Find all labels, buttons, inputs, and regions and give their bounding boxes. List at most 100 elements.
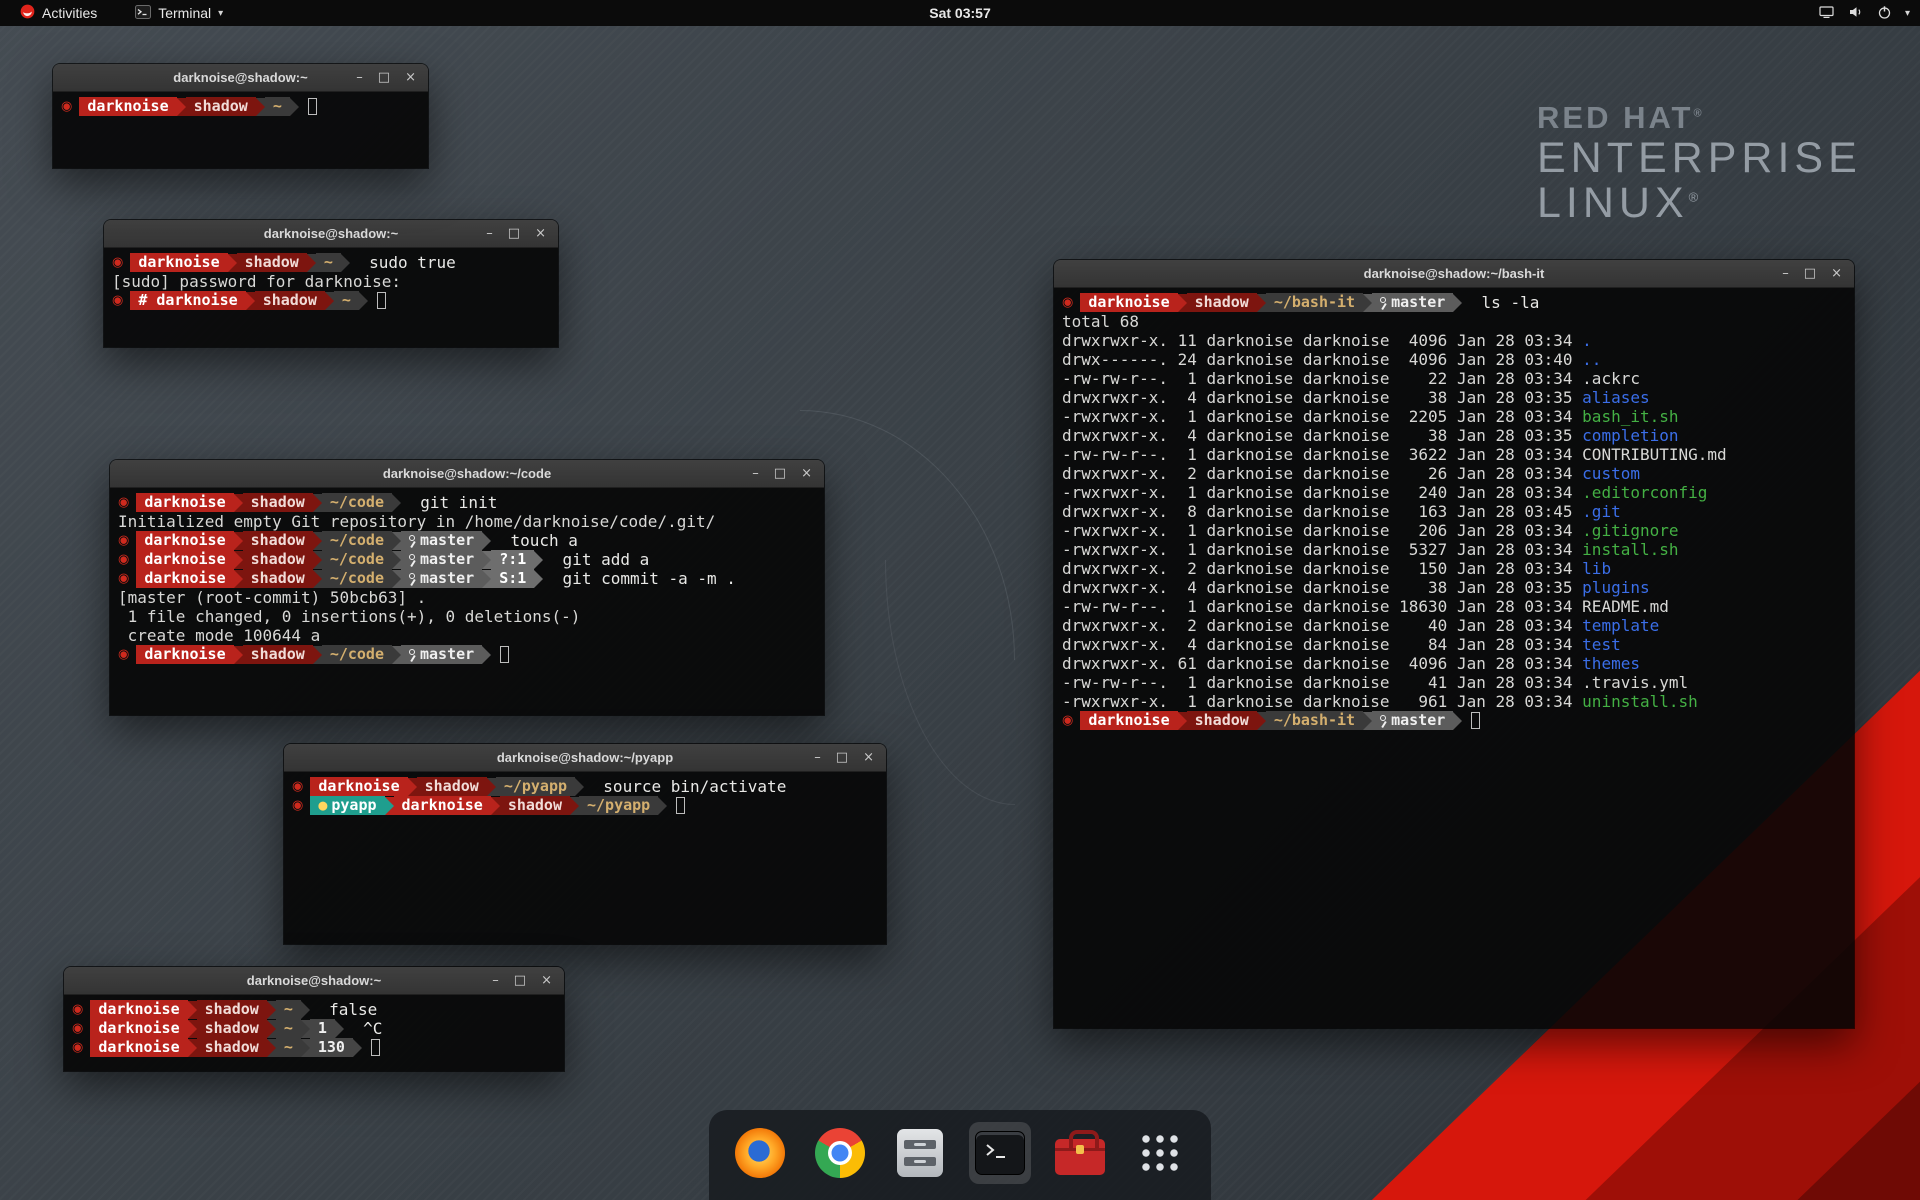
command-text: git init bbox=[401, 493, 497, 512]
minimize-button[interactable]: – bbox=[752, 467, 759, 480]
command-text: sudo true bbox=[350, 253, 456, 272]
minimize-button[interactable]: – bbox=[486, 227, 493, 240]
powerline-separator bbox=[246, 292, 255, 310]
terminal-content[interactable]: ◉darknoiseshadow~ sudo true[sudo] passwo… bbox=[104, 248, 558, 347]
terminal-content[interactable]: ◉darknoiseshadow~ bbox=[53, 92, 428, 168]
command-text: false bbox=[310, 1000, 377, 1019]
output-text: drwxrwxr-x. 4 darknoise darknoise 38 Jan… bbox=[1062, 578, 1582, 597]
terminal-line: drwxrwxr-x. 2 darknoise darknoise 40 Jan… bbox=[1062, 616, 1846, 635]
close-button[interactable]: × bbox=[801, 467, 812, 480]
output-text: total 68 bbox=[1062, 312, 1139, 331]
output-text: drwxrwxr-x. 2 darknoise darknoise 26 Jan… bbox=[1062, 464, 1582, 483]
terminal-line: ◉darknoiseshadow~ sudo true bbox=[112, 253, 550, 272]
powerline-separator bbox=[408, 778, 417, 796]
maximize-button[interactable]: □ bbox=[508, 227, 520, 240]
terminal-line: ◉darknoiseshadow~/codemaster touch a bbox=[118, 531, 816, 550]
output-text: -rwxrwxr-x. 1 darknoise darknoise 206 Ja… bbox=[1062, 521, 1582, 540]
powerline-separator bbox=[1453, 712, 1462, 730]
prompt-icon: ◉ bbox=[72, 1038, 83, 1057]
clock[interactable]: Sat 03:57 bbox=[929, 5, 990, 21]
prompt-path-segment: ~/pyapp bbox=[496, 777, 575, 796]
maximize-button[interactable]: □ bbox=[378, 71, 390, 84]
window-titlebar[interactable]: darknoise@shadow:~/pyapp – □ × bbox=[284, 744, 886, 772]
powerline-separator bbox=[188, 1020, 197, 1038]
maximize-button[interactable]: □ bbox=[1804, 267, 1816, 280]
powerline-separator bbox=[341, 254, 350, 272]
window-titlebar[interactable]: darknoise@shadow:~/code – □ × bbox=[110, 460, 824, 488]
terminal-line: 1 file changed, 0 insertions(+), 0 delet… bbox=[118, 607, 816, 626]
maximize-button[interactable]: □ bbox=[514, 974, 526, 987]
maximize-button[interactable]: □ bbox=[836, 751, 848, 764]
brand-redhat: RED HAT® bbox=[1537, 100, 1862, 136]
powerline-separator bbox=[313, 532, 322, 550]
prompt-host-segment: shadow bbox=[500, 796, 570, 815]
prompt-user-segment: # darknoise bbox=[130, 291, 245, 310]
powerline-separator bbox=[575, 778, 584, 796]
prompt-icon: ◉ bbox=[292, 777, 303, 796]
powerline-separator bbox=[534, 551, 543, 569]
power-icon[interactable] bbox=[1876, 4, 1893, 23]
terminal-line: -rwxrwxr-x. 1 darknoise darknoise 2205 J… bbox=[1062, 407, 1846, 426]
window-titlebar[interactable]: darknoise@shadow:~ – □ × bbox=[64, 967, 564, 995]
window-titlebar[interactable]: darknoise@shadow:~ – □ × bbox=[104, 220, 558, 248]
output-text: drwxrwxr-x. 2 darknoise darknoise 40 Jan… bbox=[1062, 616, 1582, 635]
minimize-button[interactable]: – bbox=[492, 974, 499, 987]
terminal-content[interactable]: ◉darknoiseshadow~/bash-itmaster ls -lato… bbox=[1054, 288, 1854, 1028]
window-titlebar[interactable]: darknoise@shadow:~/bash-it – □ × bbox=[1054, 260, 1854, 288]
terminal-content[interactable]: ◉darknoiseshadow~/code git initInitializ… bbox=[110, 488, 824, 715]
terminal-window-home-sudo: darknoise@shadow:~ – □ × ◉darknoiseshado… bbox=[104, 220, 558, 347]
window-titlebar[interactable]: darknoise@shadow:~ – □ × bbox=[53, 64, 428, 92]
prompt-venv-segment: pyapp bbox=[328, 796, 384, 815]
dock-firefox[interactable] bbox=[729, 1122, 791, 1184]
prompt-icon: ◉ bbox=[292, 796, 303, 815]
terminal-line: -rw-rw-r--. 1 darknoise darknoise 3622 J… bbox=[1062, 445, 1846, 464]
close-button[interactable]: × bbox=[535, 227, 546, 240]
volume-icon[interactable] bbox=[1847, 4, 1864, 23]
close-button[interactable]: × bbox=[541, 974, 552, 987]
terminal-line: ◉darknoiseshadow~/bash-itmaster ls -la bbox=[1062, 293, 1846, 312]
prompt-host-segment: shadow bbox=[1187, 711, 1257, 730]
powerline-separator bbox=[392, 532, 401, 550]
terminal-line: ◉darknoiseshadow~ false bbox=[72, 1000, 556, 1019]
minimize-button[interactable]: – bbox=[356, 71, 363, 84]
display-icon[interactable] bbox=[1818, 4, 1835, 23]
dock-show-applications[interactable] bbox=[1129, 1122, 1191, 1184]
terminal-content[interactable]: ◉darknoiseshadow~/pyapp source bin/activ… bbox=[284, 772, 886, 944]
chevron-down-icon: ▾ bbox=[218, 8, 223, 19]
activities-button[interactable]: Activities bbox=[14, 0, 103, 26]
chevron-down-icon[interactable]: ▾ bbox=[1905, 8, 1910, 19]
output-text: drwxrwxr-x. 11 darknoise darknoise 4096 … bbox=[1062, 331, 1582, 350]
prompt-path-segment: ~/code bbox=[322, 531, 392, 550]
dock-terminal[interactable] bbox=[969, 1122, 1031, 1184]
prompt-exit-code-segment: 1 bbox=[310, 1019, 335, 1038]
maximize-button[interactable]: □ bbox=[774, 467, 786, 480]
terminal-line: drwxrwxr-x. 4 darknoise darknoise 84 Jan… bbox=[1062, 635, 1846, 654]
minimize-button[interactable]: – bbox=[1782, 267, 1789, 280]
activities-label: Activities bbox=[42, 5, 97, 21]
close-button[interactable]: × bbox=[405, 71, 416, 84]
dock-chrome[interactable] bbox=[809, 1122, 871, 1184]
prompt-path-segment: ~ bbox=[276, 1000, 301, 1019]
window-title: darknoise@shadow:~ bbox=[173, 70, 307, 85]
app-menu-terminal[interactable]: Terminal ▾ bbox=[129, 0, 229, 26]
powerline-separator bbox=[228, 254, 237, 272]
terminal-window-code: darknoise@shadow:~/code – □ × ◉darknoise… bbox=[110, 460, 824, 715]
brand-linux: LINUX® bbox=[1537, 181, 1862, 226]
powerline-separator bbox=[487, 778, 496, 796]
redhat-icon bbox=[20, 4, 35, 22]
terminal-line: drwx------. 24 darknoise darknoise 4096 … bbox=[1062, 350, 1846, 369]
dock-files[interactable] bbox=[889, 1122, 951, 1184]
window-title: darknoise@shadow:~ bbox=[247, 973, 381, 988]
terminal-cursor bbox=[308, 98, 317, 115]
prompt-host-segment: shadow bbox=[417, 777, 487, 796]
chrome-icon bbox=[815, 1128, 865, 1178]
output-text: drwxrwxr-x. 8 darknoise darknoise 163 Ja… bbox=[1062, 502, 1582, 521]
close-button[interactable]: × bbox=[1831, 267, 1842, 280]
minimize-button[interactable]: – bbox=[814, 751, 821, 764]
directory-name: completion bbox=[1582, 426, 1678, 445]
dock-toolbox[interactable] bbox=[1049, 1122, 1111, 1184]
powerline-separator bbox=[482, 570, 491, 588]
output-text: -rw-rw-r--. 1 darknoise darknoise 22 Jan… bbox=[1062, 369, 1582, 388]
terminal-content[interactable]: ◉darknoiseshadow~ false◉darknoiseshadow~… bbox=[64, 995, 564, 1071]
close-button[interactable]: × bbox=[863, 751, 874, 764]
